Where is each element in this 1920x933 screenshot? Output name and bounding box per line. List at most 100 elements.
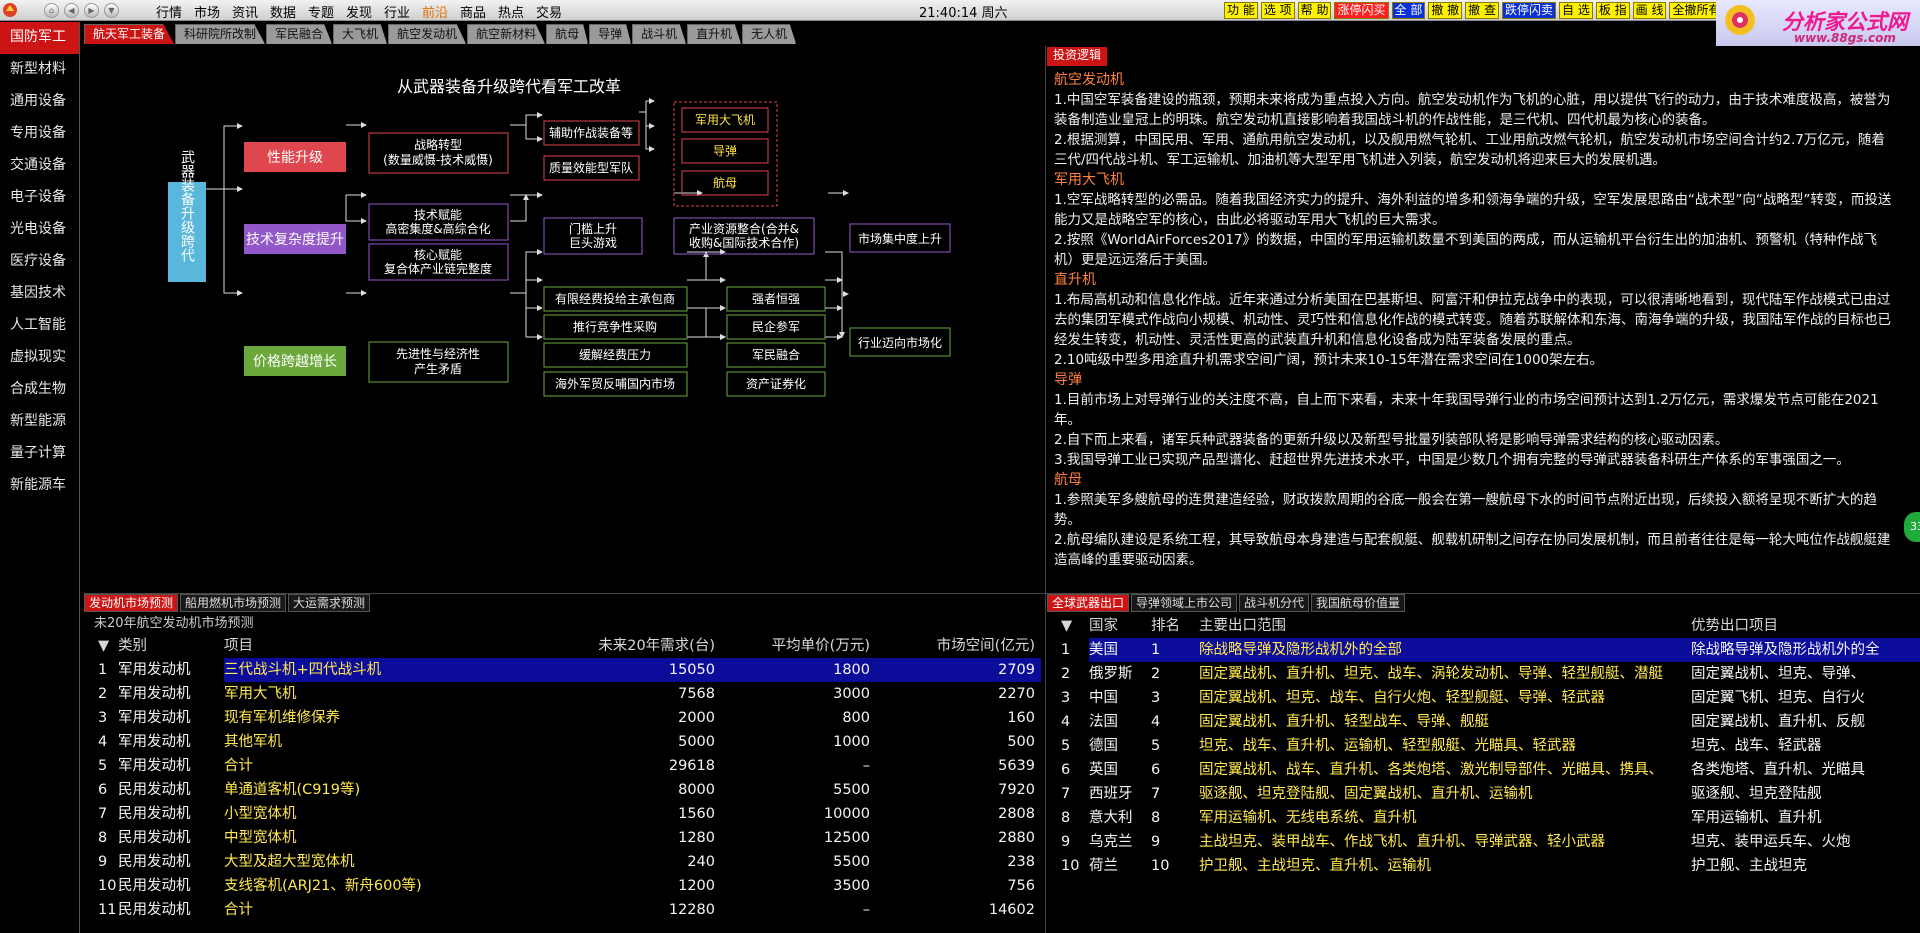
sidebar-item[interactable]: 国防军工 — [0, 22, 79, 54]
table-row[interactable]: 4 军用发动机 其他军机 5000 1000 500 — [84, 730, 1045, 754]
sidebar-item[interactable]: 电子设备 — [0, 182, 79, 214]
bottom-tab[interactable]: 大运需求预测 — [288, 594, 371, 612]
toolbar-button[interactable]: 选 项 — [1260, 2, 1295, 19]
home-icon[interactable]: ⌂ — [44, 3, 59, 18]
menu-item[interactable]: 前沿 — [416, 2, 454, 21]
sidebar-item[interactable]: 基因技术 — [0, 278, 79, 310]
toolbar-button[interactable]: 功 能 — [1224, 2, 1258, 19]
column-header[interactable]: 优势出口项目 — [1691, 614, 1920, 638]
table-row[interactable]: 6 英国 6 固定翼战机、战车、直升机、各类炮塔、激光制导部件、光瞄具、携具、 各类炮塔… — [1047, 758, 1920, 782]
side-badge[interactable]: 33 — [1904, 512, 1920, 542]
toolbar-button[interactable]: 撤 查 — [1465, 2, 1499, 19]
topic-tab[interactable]: 直升机 — [687, 24, 742, 44]
sidebar-item[interactable]: 新型能源 — [0, 406, 79, 438]
table-row[interactable]: 2 俄罗斯 2 固定翼战机、直升机、坦克、战车、涡轮发动机、导弹、轻型舰艇、潜艇 固定翼… — [1047, 662, 1920, 686]
topic-tab[interactable]: 无人机 — [742, 24, 797, 44]
table-row[interactable]: 9 乌克兰 9 主战坦克、装甲战车、作战飞机、直升机、导弹武器、轻小武器 坦克、装甲运兵… — [1047, 830, 1920, 854]
bottom-tab[interactable]: 船用燃机市场预测 — [180, 594, 287, 612]
column-header[interactable]: 类别 — [118, 634, 224, 658]
app-logo-icon[interactable] — [2, 2, 18, 18]
column-header[interactable]: 排名 — [1151, 614, 1199, 638]
sidebar-item[interactable]: 量子计算 — [0, 438, 79, 470]
toolbar-button[interactable]: 帮 助 — [1297, 2, 1332, 19]
bottom-tab[interactable]: 全球武器出口 — [1047, 594, 1130, 612]
column-header[interactable]: 项目 — [224, 634, 496, 658]
table-row[interactable]: 7 民用发动机 小型宽体机 1560 10000 2808 — [84, 802, 1045, 826]
sidebar-item[interactable]: 光电设备 — [0, 214, 79, 246]
menu-item[interactable]: 专题 — [302, 2, 340, 21]
column-header[interactable]: 国家 — [1089, 614, 1151, 638]
table-row[interactable]: 9 民用发动机 大型及超大型宽体机 240 5500 238 — [84, 850, 1045, 874]
table-row[interactable]: 5 军用发动机 合计 29618 – 5639 — [84, 754, 1045, 778]
table-row[interactable]: 2 军用发动机 军用大飞机 7568 3000 2270 — [84, 682, 1045, 706]
column-header[interactable]: ▼ — [1047, 614, 1089, 638]
sidebar-item[interactable]: 新能源车 — [0, 470, 79, 502]
top-menu-bar: ⌂ ◀ ▶ ▼ 行情 市场 资讯 数据 专题 发现 行业 前沿 商品 热点 交易 21:40:14 … — [0, 0, 1920, 21]
topic-tab[interactable]: 航空发动机 — [388, 24, 467, 44]
sidebar-item[interactable]: 医疗设备 — [0, 246, 79, 278]
topic-tab[interactable]: 航空新材料 — [467, 24, 546, 44]
table-row[interactable]: 5 德国 5 坦克、战车、直升机、运输机、轻型舰艇、光瞄具、轻武器 坦克、战车、轻武器 — [1047, 734, 1920, 758]
table-row[interactable]: 3 军用发动机 现有军机维修保养 2000 800 160 — [84, 706, 1045, 730]
bottom-tab[interactable]: 导弹领域上市公司 — [1131, 594, 1238, 612]
vertical-splitter[interactable] — [1045, 46, 1046, 933]
menu-item[interactable]: 行情 — [150, 2, 188, 21]
column-header[interactable]: 未来20年需求(台) — [496, 634, 721, 658]
menu-item[interactable]: 热点 — [492, 2, 530, 21]
column-header[interactable]: 主要出口范围 — [1199, 614, 1691, 638]
table-cell: 11 — [98, 902, 117, 918]
dropdown-icon[interactable]: ▼ — [104, 3, 119, 18]
tab-investment-logic[interactable]: 投资逻辑 — [1047, 47, 1108, 66]
sidebar-item[interactable]: 专用设备 — [0, 118, 79, 150]
table-cell: 3 — [98, 710, 108, 726]
toolbar-button[interactable]: 涨停闪买 — [1334, 2, 1389, 19]
topic-tab[interactable]: 战斗机 — [632, 24, 687, 44]
table-row[interactable]: 6 民用发动机 单通道客机(C919等) 8000 5500 7920 — [84, 778, 1045, 802]
table-row[interactable]: 10 民用发动机 支线客机(ARJ21、新舟600等) 1200 3500 756 — [84, 874, 1045, 898]
table-row[interactable]: 8 意大利 8 军用运输机、无线电系统、直升机 军用运输机、直升机 — [1047, 806, 1920, 830]
menu-item[interactable]: 发现 — [340, 2, 378, 21]
table-row[interactable]: 7 西班牙 7 驱逐舰、坦克登陆舰、固定翼战机、直升机、运输机 驱逐舰、坦克登陆舰 — [1047, 782, 1920, 806]
menu-item[interactable]: 交易 — [530, 2, 568, 21]
topic-tab[interactable]: 导弹 — [589, 24, 632, 44]
sidebar-item[interactable]: 通用设备 — [0, 86, 79, 118]
toolbar-button[interactable]: 跌停闪卖 — [1501, 2, 1556, 19]
bottom-tab[interactable]: 发动机市场预测 — [84, 594, 179, 612]
column-header[interactable]: 市场空间(亿元) — [876, 634, 1041, 658]
topic-tab[interactable]: 科研院所改制 — [175, 24, 266, 44]
menu-item[interactable]: 数据 — [264, 2, 302, 21]
toolbar-button[interactable]: 画 线 — [1632, 2, 1667, 19]
menu-item[interactable]: 行业 — [378, 2, 416, 21]
menu-item[interactable]: 商品 — [454, 2, 492, 21]
logic-section-heading: 直升机 — [1054, 272, 1096, 288]
table-row[interactable]: 8 民用发动机 中型宽体机 1280 12500 2880 — [84, 826, 1045, 850]
column-header[interactable]: ▼ — [84, 634, 118, 658]
sidebar-item[interactable]: 合成生物 — [0, 374, 79, 406]
sidebar-item[interactable]: 人工智能 — [0, 310, 79, 342]
diagram-title: 从武器装备升级跨代看军工改革 — [397, 77, 621, 96]
column-header[interactable]: 平均单价(万元) — [721, 634, 876, 658]
table-row[interactable]: 3 中国 3 固定翼战机、坦克、战车、自行火炮、轻型舰艇、导弹、轻武器 固定翼飞机、坦克… — [1047, 686, 1920, 710]
table-row[interactable]: 11 民用发动机 合计 12280 – 14602 — [84, 898, 1045, 922]
sidebar-item[interactable]: 虚拟现实 — [0, 342, 79, 374]
bottom-tab[interactable]: 我国航母价值量 — [1311, 594, 1406, 612]
table-row[interactable]: 1 军用发动机 三代战斗机+四代战斗机 15050 1800 2709 — [84, 658, 1045, 682]
topic-tab[interactable]: 军民融合 — [266, 24, 333, 44]
toolbar-button[interactable]: 撤 撤 — [1428, 2, 1463, 19]
back-icon[interactable]: ◀ — [64, 3, 79, 18]
sidebar-item[interactable]: 交通设备 — [0, 150, 79, 182]
forward-icon[interactable]: ▶ — [84, 3, 99, 18]
toolbar-button[interactable]: 板 指 — [1595, 2, 1630, 19]
table-row[interactable]: 10 荷兰 10 护卫舰、主战坦克、直升机、运输机 护卫舰、主战坦克 — [1047, 854, 1920, 878]
topic-tab[interactable]: 航母 — [546, 24, 589, 44]
menu-item[interactable]: 市场 — [188, 2, 226, 21]
topic-tab[interactable]: 航天军工装备 — [84, 24, 175, 44]
table-row[interactable]: 1 美国 1 除战略导弹及隐形战机外的全部 除战略导弹及隐形战机外的全 — [1047, 638, 1920, 662]
table-row[interactable]: 4 法国 4 固定翼战机、直升机、轻型战车、导弹、舰艇 固定翼战机、直升机、反舰 — [1047, 710, 1920, 734]
sidebar-item[interactable]: 新型材料 — [0, 54, 79, 86]
toolbar-button[interactable]: 全 部 — [1391, 2, 1426, 19]
bottom-tab[interactable]: 战斗机分代 — [1239, 594, 1310, 612]
topic-tab[interactable]: 大飞机 — [333, 24, 388, 44]
menu-item[interactable]: 资讯 — [226, 2, 264, 21]
toolbar-button[interactable]: 自 选 — [1559, 2, 1593, 19]
